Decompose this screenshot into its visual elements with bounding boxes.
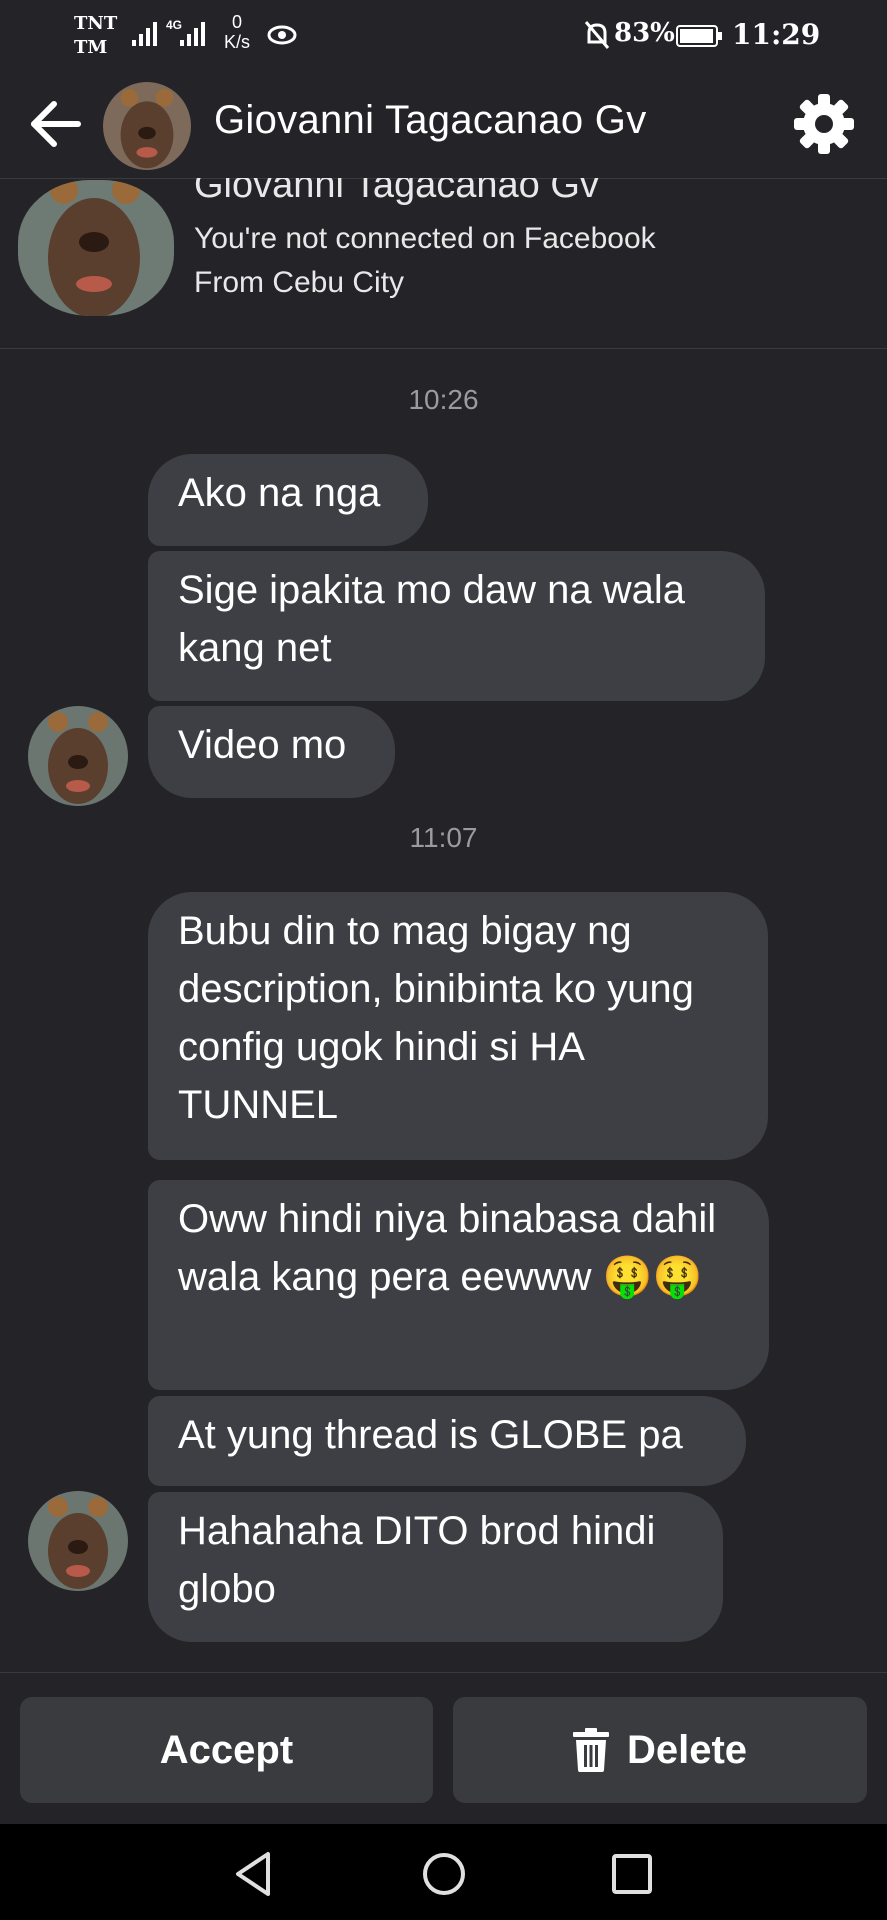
sender-avatar[interactable] xyxy=(28,706,128,806)
accept-button[interactable]: Accept xyxy=(20,1697,433,1803)
location-text: From Cebu City xyxy=(194,266,405,299)
chat-header: Giovanni Tagacanao Gv xyxy=(0,70,887,179)
delete-button[interactable]: Delete xyxy=(453,1697,867,1803)
message-bubble[interactable]: Ako na nga xyxy=(148,454,428,546)
page-title: Giovanni Tagacanao Gv xyxy=(214,98,647,142)
avatar-image xyxy=(103,82,191,170)
profile-name: Giovanni Tagacanao Gv xyxy=(194,178,599,206)
status-bar: TNT TM 4G 0 K/s 83% 11:29 xyxy=(0,0,887,70)
message-bubble[interactable]: Bubu din to mag bigay ng description, bi… xyxy=(148,892,768,1160)
recents-square-icon[interactable] xyxy=(604,1846,660,1902)
network-speed: 0 K/s xyxy=(224,12,251,52)
message-bubble[interactable]: At yung thread is GLOBE pa xyxy=(148,1396,746,1486)
profile-avatar[interactable] xyxy=(18,180,174,316)
eye-icon xyxy=(267,25,297,45)
message-bubble[interactable]: Video mo xyxy=(148,706,395,798)
battery-icon xyxy=(676,25,722,47)
avatar[interactable] xyxy=(103,82,191,170)
request-actions: Accept Delete xyxy=(0,1672,887,1825)
sender-avatar-image xyxy=(28,1491,128,1591)
status-time: 11:29 xyxy=(732,18,821,51)
battery-percent: 83% xyxy=(614,18,675,48)
profile-summary: Giovanni Tagacanao Gv You're not connect… xyxy=(0,178,887,349)
trash-icon xyxy=(572,1728,609,1772)
sender-avatar[interactable] xyxy=(28,1491,128,1591)
signal-icon-2 xyxy=(180,22,205,46)
accept-button-label: Accept xyxy=(159,1727,294,1772)
mute-icon xyxy=(584,21,610,49)
back-triangle-icon[interactable] xyxy=(226,1846,282,1902)
arrow-left-icon[interactable] xyxy=(28,100,84,148)
connection-status: You're not connected on Facebook xyxy=(194,222,656,255)
sender-avatar-image xyxy=(28,706,128,806)
profile-avatar-image xyxy=(18,180,174,316)
message-bubble[interactable]: Oww hindi niya binabasa dahil wala kang … xyxy=(148,1180,769,1390)
gear-icon[interactable] xyxy=(790,90,858,158)
message-bubble[interactable]: Hahahaha DITO brod hindi globo xyxy=(148,1492,723,1642)
signal-icon xyxy=(132,22,157,46)
system-nav-bar xyxy=(0,1824,887,1920)
home-circle-icon[interactable] xyxy=(416,1846,472,1902)
delete-button-label: Delete xyxy=(626,1727,748,1772)
message-bubble[interactable]: Sige ipakita mo daw na wala kang net xyxy=(148,551,765,701)
message-timestamp: 11:07 xyxy=(409,822,478,853)
carrier-label: TNT TM xyxy=(74,13,118,58)
message-timestamp: 10:26 xyxy=(408,384,479,415)
